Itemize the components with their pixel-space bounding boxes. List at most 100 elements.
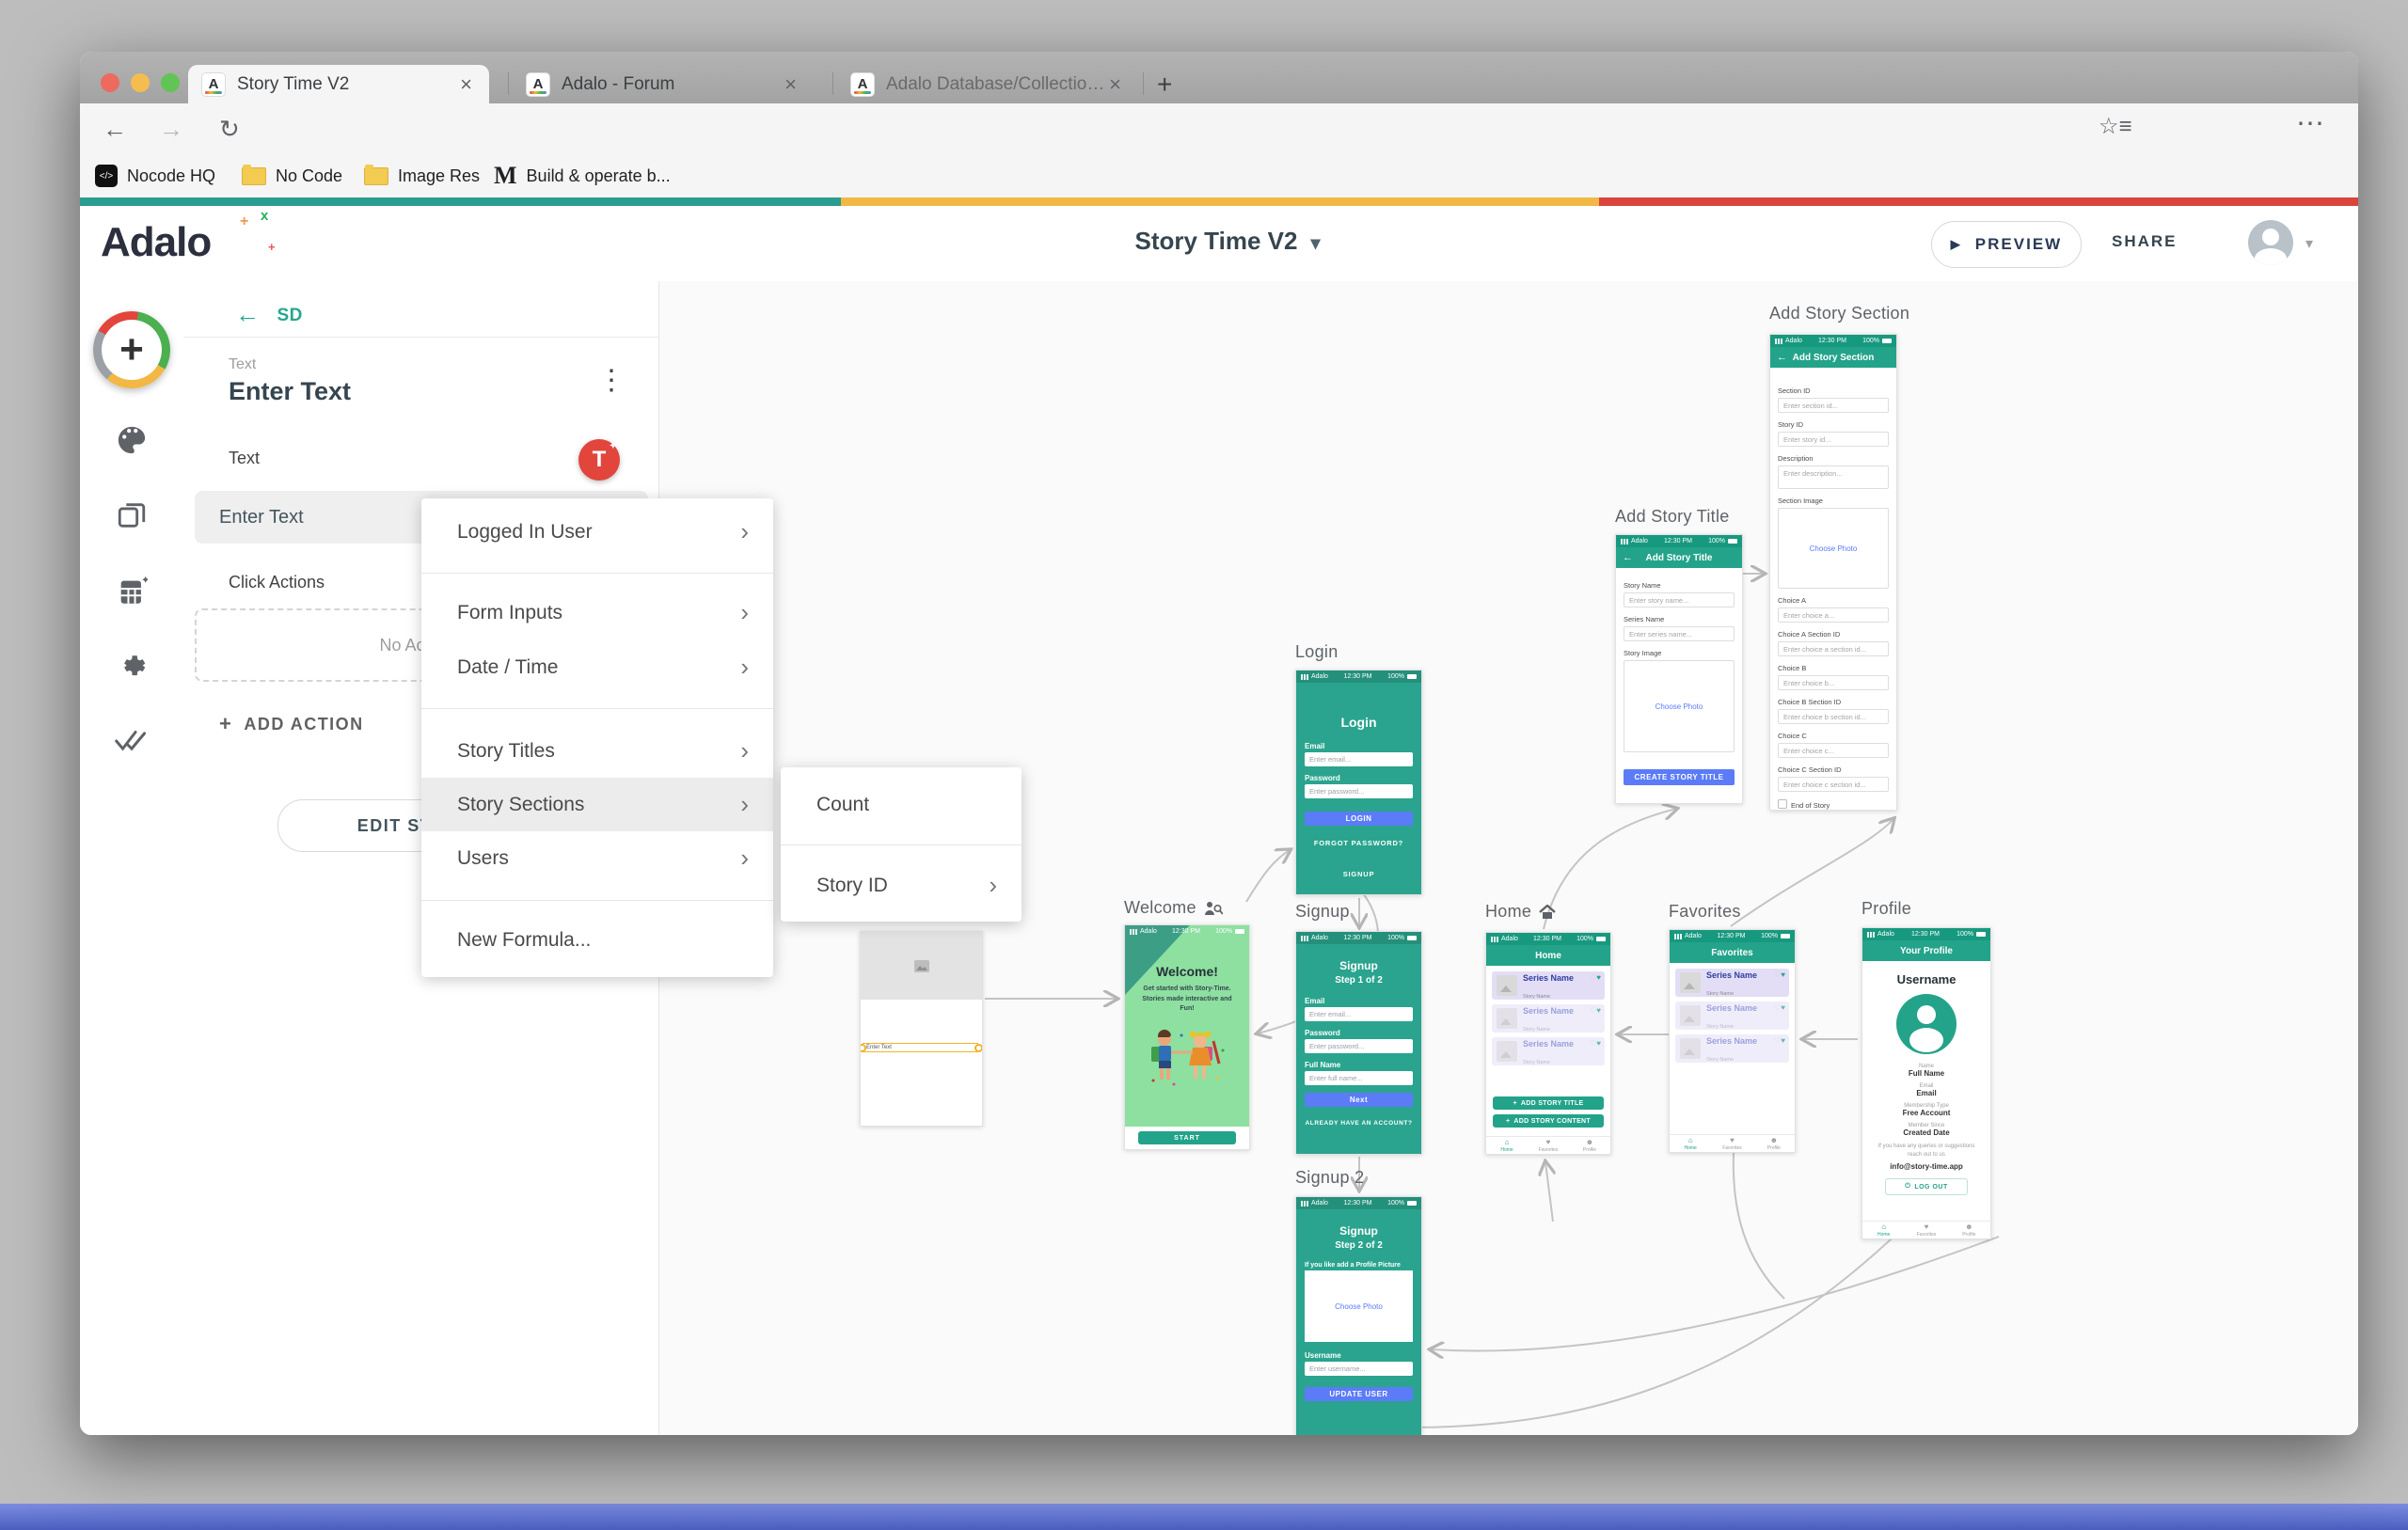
chevron-right-icon: › <box>740 844 749 873</box>
account-avatar[interactable] <box>2248 220 2293 265</box>
image-placeholder <box>861 932 982 1000</box>
screen-label-profile[interactable]: Profile <box>1861 899 1911 919</box>
start-button: START <box>1138 1131 1236 1144</box>
choose-photo-box: Choose Photo <box>1305 1270 1413 1342</box>
app-title-dropdown[interactable]: Story Time V2▾ <box>1077 227 1378 256</box>
branding-palette-icon[interactable] <box>80 424 183 461</box>
tab-title: Adalo Database/Collection Dat <box>886 74 1105 95</box>
screen-label-welcome[interactable]: Welcome <box>1124 898 1223 918</box>
tab-favorites: ♥Favorites <box>1528 1137 1569 1154</box>
menu-item-date-time[interactable]: Date / Time› <box>421 640 773 694</box>
chevron-right-icon: › <box>989 871 997 900</box>
tab-title: Story Time V2 <box>237 74 349 95</box>
chevron-right-icon: › <box>740 598 749 627</box>
bookmark-image-res[interactable]: Image Res <box>364 161 480 191</box>
chevron-down-icon: ▾ <box>1310 233 1320 254</box>
close-window-button[interactable] <box>101 73 119 92</box>
screen-label-add-story-title[interactable]: Add Story Title <box>1615 507 1730 527</box>
menu-item-new-formula[interactable]: New Formula... <box>421 913 773 967</box>
screen-label-login[interactable]: Login <box>1295 642 1339 662</box>
screens-icon[interactable] <box>80 499 183 536</box>
screen-story-partial[interactable]: Enter Text <box>860 931 983 1127</box>
menu-item-users[interactable]: Users› <box>421 831 773 885</box>
screen-signup2[interactable]: Adalo12:30 PM100% Signup Step 2 of 2 If … <box>1295 1196 1422 1435</box>
close-tab-icon[interactable]: × <box>456 72 476 97</box>
bookmark-no-code[interactable]: No Code <box>242 161 342 191</box>
magic-text-button[interactable]: T <box>578 439 620 481</box>
publish-checks-icon[interactable] <box>80 727 183 760</box>
chevron-right-icon: › <box>740 790 749 819</box>
tab-home: ⌂Home <box>1486 1137 1528 1154</box>
screen-label-add-story-section[interactable]: Add Story Section <box>1769 304 1909 323</box>
minimize-window-button[interactable] <box>131 73 150 92</box>
bookmarks-bar: </> Nocode HQ No Code Image Res M Build … <box>80 153 2358 197</box>
screen-add-story-title[interactable]: Adalo12:30 PM100% ←Add Story Title Story… <box>1615 534 1743 804</box>
menu-item-logged-in-user[interactable]: Logged In User› <box>421 505 773 559</box>
close-tab-icon[interactable]: × <box>1105 72 1125 97</box>
screen-signup[interactable]: Adalo12:30 PM100% Signup Step 1 of 2 Ema… <box>1295 931 1422 1155</box>
zoom-window-button[interactable] <box>161 73 180 92</box>
tab-profile: ☻Profile <box>1948 1222 1990 1238</box>
screen-login[interactable]: Adalo12:30 PM100% Login Email Enter emai… <box>1295 670 1422 895</box>
back-arrow-icon: ← <box>235 300 261 328</box>
screen-label-signup2[interactable]: Signup 2 <box>1295 1168 1364 1188</box>
add-action-button[interactable]: +ADD ACTION <box>219 712 364 736</box>
story-card: Series NameStory Name ♡♥ <box>1675 1002 1789 1030</box>
screen-label-signup[interactable]: Signup <box>1295 902 1350 922</box>
click-actions-label: Click Actions <box>229 573 325 592</box>
bookmark-medium[interactable]: M Build & operate b... <box>494 161 671 191</box>
reload-icon[interactable]: ↻ <box>219 115 240 144</box>
menu-item-story-sections[interactable]: Story Sections› <box>421 778 773 831</box>
chevron-right-icon: › <box>740 736 749 765</box>
bookmark-nocode-hq[interactable]: </> Nocode HQ <box>95 161 215 191</box>
new-tab-button[interactable]: + <box>1157 65 1172 103</box>
tab-home: ⌂Home <box>1862 1222 1905 1238</box>
desktop: A Story Time V2 × A Adalo - Forum × A Ad… <box>0 0 2408 1530</box>
menu-item-form-inputs[interactable]: Form Inputs› <box>421 586 773 639</box>
tab-adalo-database[interactable]: A Adalo Database/Collection Dat × <box>837 65 1138 103</box>
database-icon[interactable]: ✦ <box>80 576 183 612</box>
back-arrow-icon: ← <box>1623 552 1633 563</box>
story-card: Series NameStory Name ♡♥ <box>1675 1034 1789 1063</box>
tab-story-time[interactable]: A Story Time V2 × <box>188 65 489 103</box>
menu-item-story-titles[interactable]: Story Titles› <box>421 724 773 778</box>
screen-favorites[interactable]: Adalo12:30 PM100% Favorites Series NameS… <box>1669 929 1796 1153</box>
builder-main: + ✦ ←SD T <box>80 281 2358 1435</box>
preview-button[interactable]: ▶ PREVIEW <box>1931 221 2082 268</box>
forward-icon[interactable]: → <box>159 115 183 144</box>
reading-list-icon[interactable]: ☆≡ <box>2099 113 2132 140</box>
element-menu-icon[interactable]: ⋮ <box>597 364 626 397</box>
home-screen-icon <box>1539 905 1556 920</box>
svg-text:✦: ✦ <box>141 576 148 587</box>
share-button[interactable]: SHARE <box>2112 232 2178 251</box>
account-chevron-icon[interactable]: ▾ <box>2305 234 2313 253</box>
settings-gear-icon[interactable] <box>80 651 183 687</box>
adalo-logo[interactable]: Adalo + x + <box>101 219 211 266</box>
back-icon[interactable]: ← <box>103 115 127 144</box>
back-to-screen-link[interactable]: ←SD <box>235 300 303 329</box>
code-icon: </> <box>95 165 118 187</box>
screen-profile[interactable]: Adalo12:30 PM100% Your Profile Username … <box>1861 927 1991 1239</box>
selected-text-element[interactable]: Enter Text <box>863 1043 978 1052</box>
screen-add-story-section[interactable]: Adalo12:30 PM100% ←Add Story Section Sec… <box>1769 334 1897 811</box>
browser-menu-icon[interactable]: ⋯ <box>2296 107 2325 140</box>
tab-favorites: ♥Favorites <box>1905 1222 1947 1238</box>
browser-window: A Story Time V2 × A Adalo - Forum × A Ad… <box>80 52 2358 1435</box>
screen-home[interactable]: Adalo12:30 PM100% Home Series NameStory … <box>1485 932 1611 1155</box>
create-story-title-button: CREATE STORY TITLE <box>1624 769 1735 785</box>
screen-welcome[interactable]: Adalo12:30 PM100% Welcome! Get started w… <box>1124 924 1250 1150</box>
welcome-screen-icon <box>1204 901 1223 916</box>
story-card: Series NameStory Name ♡♥ <box>1675 969 1789 997</box>
add-component-button[interactable]: + <box>93 311 170 388</box>
tab-title: Adalo - Forum <box>562 74 674 95</box>
story-card: Series NameStory Name ♡♥ <box>1492 1004 1605 1033</box>
submenu-item-count[interactable]: Count <box>781 778 1022 831</box>
submenu-item-story-id[interactable]: Story ID› <box>781 859 1022 912</box>
screen-label-favorites[interactable]: Favorites <box>1669 902 1741 922</box>
screen-label-home[interactable]: Home <box>1485 902 1556 922</box>
profile-avatar <box>1896 994 1956 1054</box>
browser-tab-bar: A Story Time V2 × A Adalo - Forum × A Ad… <box>80 52 2358 103</box>
tab-adalo-forum[interactable]: A Adalo - Forum × <box>513 65 814 103</box>
close-tab-icon[interactable]: × <box>781 72 800 97</box>
selection-handle[interactable] <box>974 1044 983 1052</box>
